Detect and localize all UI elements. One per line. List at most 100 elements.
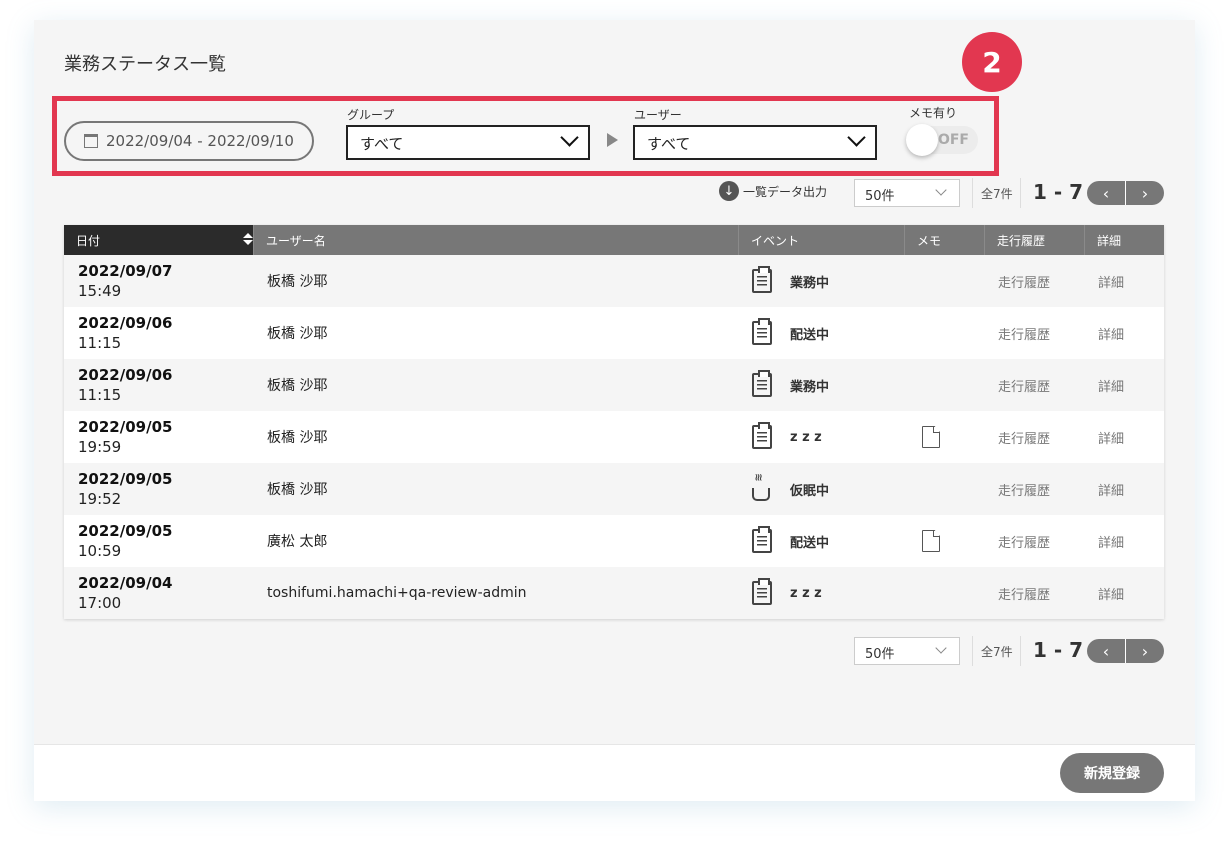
clipboard-icon xyxy=(752,318,772,345)
date-cell: 2022/09/07 15:49 xyxy=(64,255,253,307)
row-user: 板橋 沙耶 xyxy=(267,430,328,446)
memo-document-icon[interactable] xyxy=(922,530,940,552)
column-header-detail: 詳細 xyxy=(1084,225,1164,255)
chevron-down-icon xyxy=(847,128,866,147)
table-row[interactable]: 2022/09/07 15:49 板橋 沙耶 業務中 走行履歴 詳細 xyxy=(64,255,1164,307)
row-event: z z z xyxy=(790,585,822,601)
table-row[interactable]: 2022/09/04 17:00 toshifumi.hamachi+qa-revi… xyxy=(64,567,1164,619)
chevron-down-icon xyxy=(935,184,947,196)
row-date: 2022/09/06 xyxy=(78,366,173,384)
clipboard-icon xyxy=(752,526,772,553)
status-table: 日付 ユーザー名 イベント メモ 走行履歴 詳細 2022/09/07 15:49… xyxy=(64,225,1164,619)
group-label: グループ xyxy=(347,108,395,122)
row-date: 2022/09/04 xyxy=(78,574,173,592)
table-row[interactable]: 2022/09/05 19:59 板橋 沙耶 z z z 走行履歴 詳細 xyxy=(64,411,1164,463)
run-history-link[interactable]: 走行履歴 xyxy=(984,411,1084,463)
memo-cell xyxy=(904,567,984,619)
memo-toggle[interactable]: OFF xyxy=(906,124,978,156)
table-row[interactable]: 2022/09/05 19:52 板橋 沙耶 仮眠中 走行履歴詳細 xyxy=(64,463,1164,515)
row-user: 板橋 沙耶 xyxy=(267,274,328,290)
memo-cell xyxy=(904,307,984,359)
row-user: 板橋 沙耶 xyxy=(267,482,328,498)
row-date: 2022/09/07 xyxy=(78,262,173,280)
toggle-knob xyxy=(906,124,938,156)
date-cell: 2022/09/05 10:59 xyxy=(64,515,253,567)
date-cell: 2022/09/05 19:59 xyxy=(64,411,253,463)
pagination-buttons: ‹ › xyxy=(1087,181,1164,205)
per-page-value: 50件 xyxy=(865,647,895,662)
row-time: 11:15 xyxy=(78,386,122,404)
page-range: 1 - 7 xyxy=(1033,638,1084,662)
row-time: 15:49 xyxy=(78,282,122,300)
user-select[interactable]: すべて xyxy=(633,125,877,160)
row-time: 19:52 xyxy=(78,490,122,508)
detail-link[interactable]: 詳細 xyxy=(1084,255,1164,307)
row-event: 配送中 xyxy=(790,535,830,551)
prev-page-button[interactable]: ‹ xyxy=(1087,181,1126,205)
detail-link[interactable]: 詳細 xyxy=(1084,359,1164,411)
detail-link[interactable]: 詳細 xyxy=(1084,567,1164,619)
divider xyxy=(1020,178,1021,208)
coffee-cup-icon xyxy=(752,476,772,502)
row-date: 2022/09/05 xyxy=(78,470,173,488)
event-cell: z z z xyxy=(738,567,904,619)
memo-cell xyxy=(904,463,984,515)
row-date: 2022/09/05 xyxy=(78,522,173,540)
run-history-link[interactable]: 走行履歴 xyxy=(984,515,1084,567)
arrow-right-icon xyxy=(607,133,618,147)
next-page-button[interactable]: › xyxy=(1126,181,1164,205)
memo-cell xyxy=(904,359,984,411)
group-select-value: すべて xyxy=(360,135,404,153)
export-button[interactable]: ↓ 一覧データ出力 xyxy=(719,181,827,201)
run-history-link[interactable]: 走行履歴 xyxy=(984,463,1084,515)
export-label: 一覧データ出力 xyxy=(743,184,828,199)
run-history-link[interactable]: 走行履歴 xyxy=(984,567,1084,619)
step-badge: 2 xyxy=(962,32,1022,92)
table-body: 2022/09/07 15:49 板橋 沙耶 業務中 走行履歴 詳細 2022/09/06 1… xyxy=(64,255,1164,619)
table-row[interactable]: 2022/09/06 11:15 板橋 沙耶 配送中 走行履歴 詳細 xyxy=(64,307,1164,359)
detail-link[interactable]: 詳細 xyxy=(1084,307,1164,359)
divider xyxy=(1020,636,1021,666)
detail-link[interactable]: 詳細 xyxy=(1084,463,1164,515)
calendar-icon xyxy=(84,134,98,148)
column-header-date[interactable]: 日付 xyxy=(64,225,253,255)
row-user: 廣松 太郎 xyxy=(267,534,328,550)
clipboard-icon xyxy=(752,578,772,605)
date-range-picker[interactable]: 2022/09/04 - 2022/09/10 xyxy=(64,121,314,161)
run-history-link[interactable]: 走行履歴 xyxy=(984,359,1084,411)
detail-link[interactable]: 詳細 xyxy=(1084,411,1164,463)
user-label: ユーザー xyxy=(634,108,682,122)
per-page-select[interactable]: 50件 xyxy=(854,179,960,207)
row-event: 業務中 xyxy=(790,379,830,395)
column-header-run-history: 走行履歴 xyxy=(984,225,1084,255)
row-event: 配送中 xyxy=(790,327,830,343)
row-date: 2022/09/06 xyxy=(78,314,173,332)
run-history-link[interactable]: 走行履歴 xyxy=(984,307,1084,359)
user-select-value: すべて xyxy=(647,135,691,153)
row-event: 仮眠中 xyxy=(790,483,830,499)
event-cell: 業務中 xyxy=(738,359,904,411)
table-header: 日付 ユーザー名 イベント メモ 走行履歴 詳細 xyxy=(64,225,1164,255)
run-history-link[interactable]: 走行履歴 xyxy=(984,255,1084,307)
row-time: 10:59 xyxy=(78,542,122,560)
divider xyxy=(972,636,973,666)
per-page-select-bottom[interactable]: 50件 xyxy=(854,637,960,665)
total-count: 全7件 xyxy=(981,645,1013,659)
event-cell: 配送中 xyxy=(738,307,904,359)
detail-link[interactable]: 詳細 xyxy=(1084,515,1164,567)
row-date: 2022/09/05 xyxy=(78,418,173,436)
memo-document-icon[interactable] xyxy=(922,426,940,448)
next-page-button[interactable]: › xyxy=(1126,639,1164,663)
per-page-value: 50件 xyxy=(865,189,895,204)
row-time: 19:59 xyxy=(78,438,122,456)
date-range-text: 2022/09/04 - 2022/09/10 xyxy=(106,132,294,150)
event-cell: 仮眠中 xyxy=(738,463,904,515)
memo-cell xyxy=(904,411,984,463)
register-button[interactable]: 新規登録 xyxy=(1060,753,1164,793)
prev-page-button[interactable]: ‹ xyxy=(1087,639,1126,663)
table-row[interactable]: 2022/09/05 10:59 廣松 太郎 配送中 走行履歴 詳細 xyxy=(64,515,1164,567)
download-icon: ↓ xyxy=(719,181,739,201)
group-select[interactable]: すべて xyxy=(346,125,590,160)
table-row[interactable]: 2022/09/06 11:15 板橋 沙耶 業務中 走行履歴 詳細 xyxy=(64,359,1164,411)
memo-cell xyxy=(904,255,984,307)
